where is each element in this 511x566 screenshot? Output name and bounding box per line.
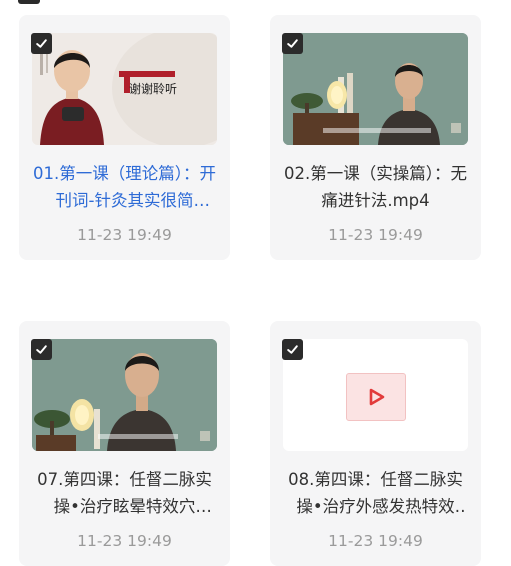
file-title[interactable]: 01.第一课（理论篇）：开刊词-针灸其实很简单.mp4 bbox=[33, 160, 216, 214]
file-time: 11-23 19:49 bbox=[328, 226, 423, 244]
file-title[interactable]: 02.第一课（实操篇）：无痛进针法.mp4 bbox=[284, 160, 467, 214]
file-time: 11-23 19:49 bbox=[77, 226, 172, 244]
thumb-caption: 谢谢聆听 bbox=[129, 81, 177, 96]
video-thumbnail[interactable] bbox=[32, 339, 217, 451]
video-thumbnail[interactable]: 谢谢聆听 bbox=[32, 33, 217, 145]
file-card[interactable]: 02.第一课（实操篇）：无痛进针法.mp4 11-23 19:49 bbox=[270, 15, 481, 260]
file-title[interactable]: 07.第四课：任督二脉实操•治疗眩晕特效穴一.mp4 bbox=[33, 466, 216, 520]
video-thumbnail[interactable] bbox=[283, 33, 468, 145]
partial-checkbox[interactable] bbox=[18, 0, 40, 4]
check-icon[interactable] bbox=[282, 33, 303, 54]
check-icon[interactable] bbox=[31, 339, 52, 360]
video-file-thumbnail[interactable] bbox=[283, 339, 468, 451]
file-card[interactable]: 08.第四课：任督二脉实操•治疗外感发热特效穴.mp4 11-23 19:49 bbox=[270, 321, 481, 566]
partial-header-text bbox=[55, 0, 115, 2]
video-play-icon bbox=[346, 373, 406, 421]
file-card[interactable]: 07.第四课：任督二脉实操•治疗眩晕特效穴一.mp4 11-23 19:49 bbox=[19, 321, 230, 566]
file-title[interactable]: 08.第四课：任督二脉实操•治疗外感发热特效穴.mp4 bbox=[284, 466, 467, 520]
file-card[interactable]: 谢谢聆听 01.第一课（理论篇）：开刊词-针灸其实很简单.mp4 11-23 1… bbox=[19, 15, 230, 260]
check-icon[interactable] bbox=[31, 33, 52, 54]
check-icon[interactable] bbox=[282, 339, 303, 360]
